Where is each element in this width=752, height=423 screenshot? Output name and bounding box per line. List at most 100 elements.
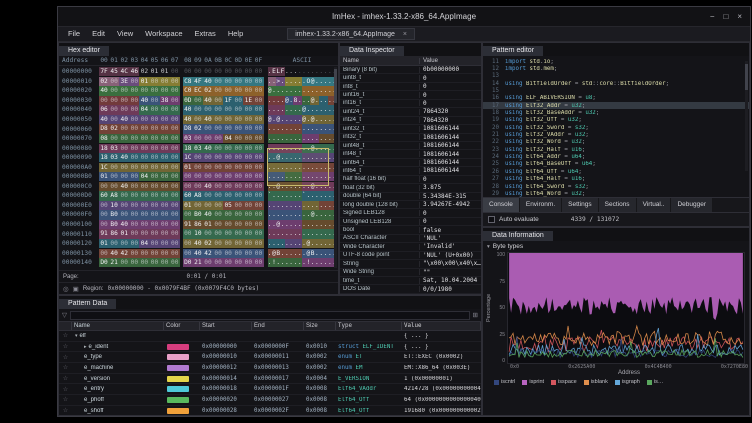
code-line[interactable]: 28using Elf64_Sword = s32; — [483, 183, 749, 190]
hex-byte[interactable]: 00 — [119, 134, 129, 143]
favorite-star-icon[interactable]: ☆ — [59, 396, 72, 403]
hex-byte[interactable]: 00 — [253, 67, 263, 76]
pattern-row[interactable]: ☆e_version0x000000140x000000170x0004E_VE… — [59, 374, 481, 385]
inspector-value[interactable]: 7864320 — [420, 108, 481, 115]
hex-byte[interactable]: 00 — [203, 67, 213, 76]
hex-byte[interactable]: D8 — [99, 124, 109, 133]
hex-byte[interactable]: 00 — [139, 153, 149, 162]
hex-byte[interactable]: 00 — [213, 144, 223, 153]
hex-byte[interactable]: 00 — [253, 96, 263, 105]
inspector-row[interactable]: uint64_t1081606144 — [340, 159, 481, 167]
hex-byte[interactable]: 00 — [149, 163, 159, 172]
hex-byte[interactable]: 00 — [243, 77, 253, 86]
inspector-value[interactable]: 0 — [420, 100, 481, 107]
hex-byte[interactable]: 00 — [243, 258, 253, 267]
code-line[interactable]: 16using ELF_ABIVERSION = u8; — [483, 95, 749, 102]
hex-byte[interactable]: 38 — [160, 96, 170, 105]
hex-byte[interactable]: 00 — [223, 182, 233, 191]
hex-byte[interactable]: 00 — [160, 229, 170, 238]
hex-byte[interactable]: 00 — [243, 239, 253, 248]
hex-byte[interactable]: 00 — [160, 163, 170, 172]
hex-byte[interactable]: 00 — [223, 124, 233, 133]
inspector-value[interactable]: 0 — [420, 210, 481, 217]
hex-byte[interactable]: 00 — [129, 163, 139, 172]
inspector-row[interactable]: uint16_t0 — [340, 91, 481, 99]
hex-byte[interactable]: 00 — [160, 210, 170, 219]
inspector-row[interactable]: String"\x00\x00\x40\x…" — [340, 260, 481, 268]
pattern-row[interactable]: ☆▾elf{ ... } — [59, 331, 481, 342]
hex-byte[interactable]: 00 — [183, 249, 193, 258]
hex-byte[interactable]: 00 — [203, 163, 213, 172]
hex-byte[interactable]: 45 — [109, 67, 119, 76]
inspector-value[interactable]: 0 — [420, 75, 481, 82]
hex-byte[interactable]: 7F — [99, 67, 109, 76]
legend-item[interactable]: isspace — [551, 379, 577, 385]
hex-byte[interactable]: 60 — [99, 191, 109, 200]
hex-byte[interactable]: 00 — [243, 163, 253, 172]
inspector-value[interactable]: 'Invalid' — [420, 243, 481, 250]
hex-byte[interactable]: 00 — [213, 115, 223, 124]
hex-byte[interactable]: 00 — [149, 229, 159, 238]
hex-byte[interactable]: 00 — [99, 201, 109, 210]
inspector-value[interactable]: 0b00000000 — [420, 66, 481, 73]
code-line[interactable]: 26using Elf64_Off = u64; — [483, 168, 749, 175]
hex-byte[interactable]: 00 — [129, 201, 139, 210]
hex-byte[interactable]: 00 — [160, 124, 170, 133]
hex-byte[interactable]: 00 — [213, 105, 223, 114]
hex-byte[interactable]: 00 — [129, 77, 139, 86]
hex-byte[interactable]: 00 — [213, 124, 223, 133]
hex-byte[interactable]: 00 — [233, 163, 243, 172]
hex-byte[interactable]: 00 — [170, 172, 180, 181]
code-line[interactable]: 12import std.mem; — [483, 65, 749, 72]
hex-byte[interactable]: 00 — [253, 172, 263, 181]
tab-sections[interactable]: Sections — [599, 198, 637, 212]
hex-byte[interactable]: 00 — [223, 191, 233, 200]
hex-byte[interactable]: 00 — [203, 172, 213, 181]
code-line[interactable]: 24using Elf64_Addr = u64; — [483, 153, 749, 160]
hex-byte[interactable]: 00 — [243, 220, 253, 229]
hex-byte[interactable]: 00 — [253, 77, 263, 86]
menu-edit[interactable]: Edit — [86, 27, 111, 41]
favorite-star-icon[interactable]: ☆ — [59, 332, 72, 339]
hex-byte[interactable]: 00 — [183, 67, 193, 76]
hex-byte[interactable]: 00 — [253, 153, 263, 162]
inspector-row[interactable]: Wide Character'Invalid' — [340, 243, 481, 251]
inspector-row[interactable]: ASCII Character'NUL' — [340, 235, 481, 243]
inspector-value[interactable]: 3.875 — [420, 184, 481, 191]
hex-byte[interactable]: 40 — [99, 115, 109, 124]
hex-byte[interactable]: 03 — [109, 153, 119, 162]
hex-byte[interactable]: 00 — [243, 115, 253, 124]
hex-byte[interactable]: 40 — [119, 182, 129, 191]
hex-byte[interactable]: 40 — [203, 210, 213, 219]
hex-byte[interactable]: 00 — [149, 115, 159, 124]
column-header-start[interactable]: Start — [200, 322, 252, 330]
hex-byte[interactable]: 00 — [109, 163, 119, 172]
hex-byte[interactable]: 00 — [213, 191, 223, 200]
column-header-type[interactable]: Type — [336, 322, 402, 330]
favorite-star-icon[interactable]: ☆ — [59, 375, 72, 382]
inspector-value[interactable]: "\x00\x00\x40\x…" — [420, 260, 481, 267]
hex-byte[interactable]: 00 — [119, 105, 129, 114]
inspector-row[interactable]: Unsigned LEB1280 — [340, 218, 481, 226]
hex-byte[interactable]: 00 — [149, 249, 159, 258]
hex-byte[interactable]: 00 — [193, 96, 203, 105]
hex-byte[interactable]: 00 — [129, 229, 139, 238]
hex-byte[interactable]: 00 — [243, 229, 253, 238]
hex-byte[interactable]: 00 — [119, 258, 129, 267]
hex-byte[interactable]: 00 — [149, 86, 159, 95]
hex-byte[interactable]: 00 — [233, 144, 243, 153]
hex-byte[interactable]: 00 — [253, 86, 263, 95]
hex-byte[interactable]: 02 — [109, 124, 119, 133]
inspector-row[interactable]: half float (16 bit)0 — [340, 176, 481, 184]
inspector-value[interactable]: 3.94267E-4942 — [420, 201, 481, 208]
hex-byte[interactable]: 03 — [183, 134, 193, 143]
hex-byte[interactable]: 00 — [149, 105, 159, 114]
menu-view[interactable]: View — [111, 27, 139, 41]
hex-byte[interactable]: 01 — [183, 201, 193, 210]
hex-byte[interactable]: 00 — [139, 249, 149, 258]
hex-byte[interactable]: 00 — [183, 239, 193, 248]
hex-byte[interactable]: C0 — [183, 86, 193, 95]
code-line[interactable]: 20using Elf32_Sword = s32; — [483, 124, 749, 131]
hex-byte[interactable]: C8 — [183, 77, 193, 86]
hex-byte[interactable]: 00 — [99, 96, 109, 105]
